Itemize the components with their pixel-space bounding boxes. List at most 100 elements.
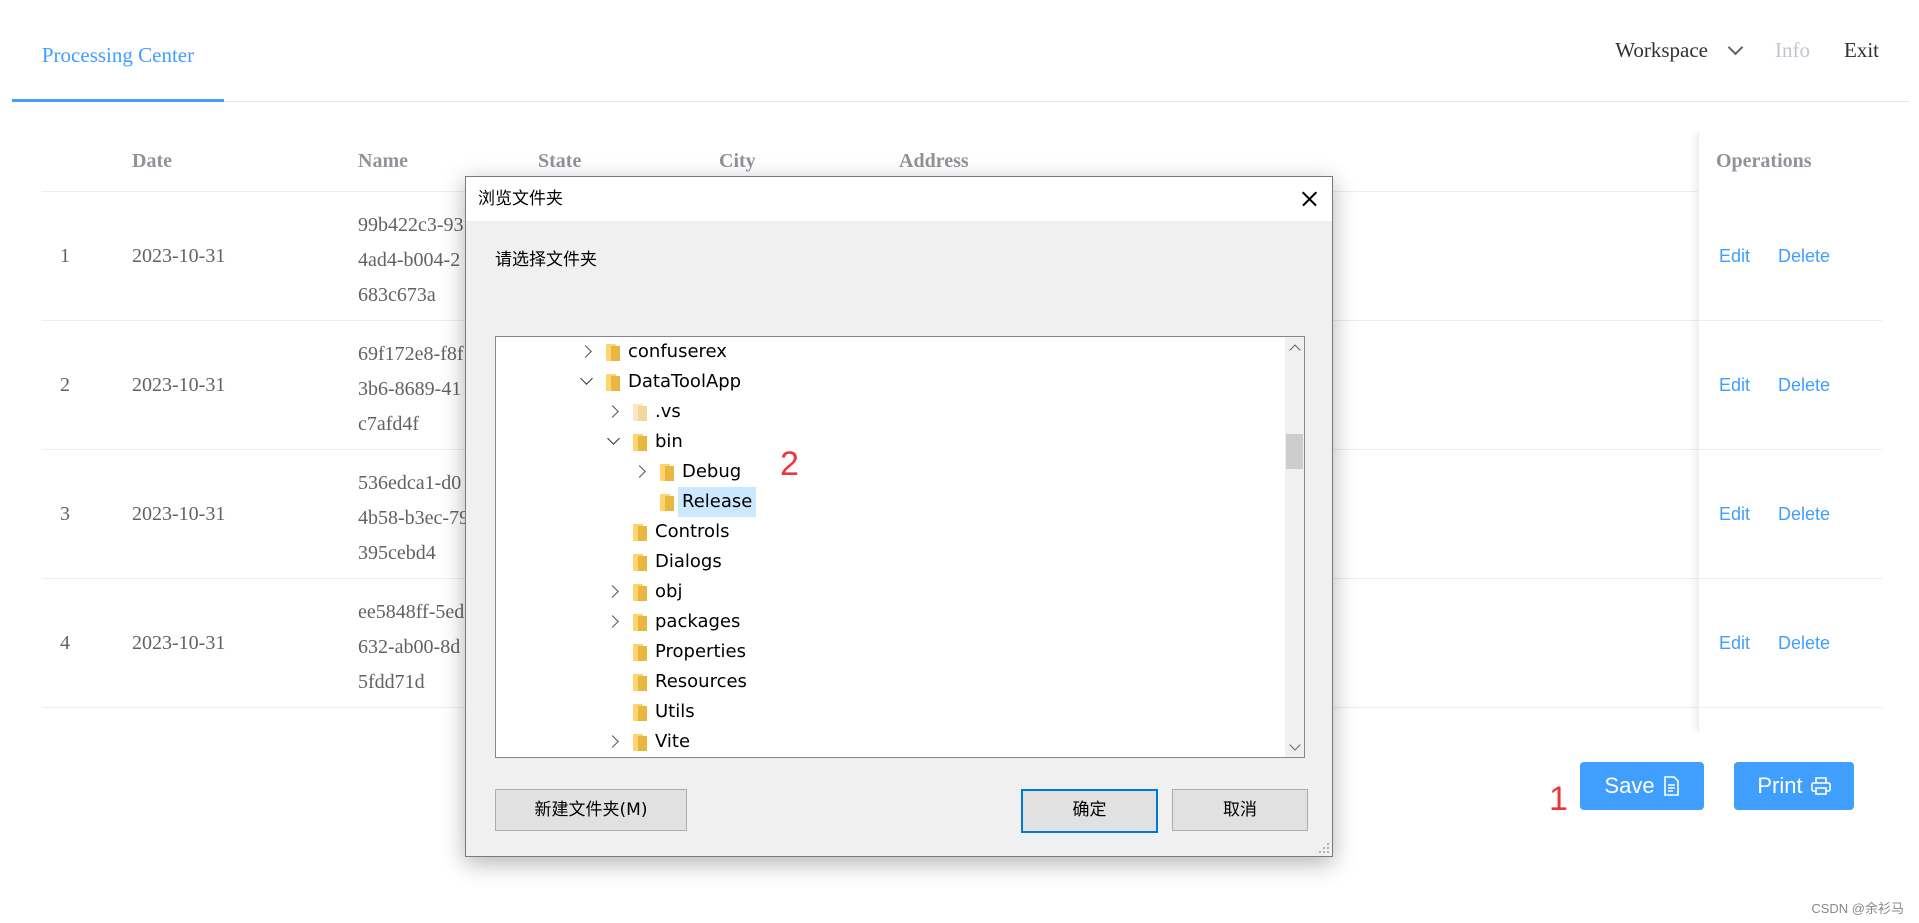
watermark: CSDN @余衫马: [1811, 901, 1904, 916]
operations-column: Operations Edit Delete Edit Delete Edit …: [1698, 132, 1882, 732]
header-operations: Operations: [1716, 150, 1812, 172]
delete-link[interactable]: Delete: [1778, 579, 1830, 707]
folder-icon: [633, 404, 647, 421]
row-index: 4: [60, 632, 70, 654]
operations-cell: Edit Delete: [1699, 321, 1882, 450]
operations-cell: Edit Delete: [1699, 450, 1882, 579]
row-date: 2023-10-31: [132, 632, 226, 654]
tree-item[interactable]: Resources: [496, 667, 1276, 697]
tree-item-label: Vite: [655, 731, 691, 752]
tree-item-label: Controls: [655, 521, 730, 542]
delete-link[interactable]: Delete: [1778, 192, 1830, 320]
folder-icon: [606, 374, 620, 391]
tree-item-label: packages: [655, 611, 741, 632]
folder-icon: [633, 644, 647, 661]
document-icon: [1663, 776, 1679, 796]
header-date: Date: [132, 150, 172, 172]
tree-item-label: Properties: [655, 641, 746, 662]
scroll-down-icon[interactable]: [1285, 738, 1304, 757]
chevron-right-icon[interactable]: [632, 457, 650, 487]
chevron-right-icon[interactable]: [578, 337, 596, 367]
folder-icon: [660, 464, 674, 481]
tree-item[interactable]: Utils: [496, 697, 1276, 727]
tree-item-label: Debug: [682, 461, 742, 482]
folder-icon: [633, 524, 647, 541]
folder-icon: [633, 704, 647, 721]
scroll-thumb[interactable]: [1286, 434, 1303, 469]
delete-link[interactable]: Delete: [1778, 321, 1830, 449]
edit-link[interactable]: Edit: [1719, 192, 1750, 320]
workspace-menu[interactable]: Workspace: [1615, 38, 1744, 63]
row-name: ee5848ff-5ed 632-ab00-8d 5fdd71d: [358, 601, 465, 693]
annotation-marker-1: 1: [1549, 780, 1568, 818]
chevron-down-icon[interactable]: [578, 367, 596, 397]
annotation-marker-2: 2: [780, 445, 799, 483]
workspace-label: Workspace: [1615, 38, 1708, 62]
close-icon[interactable]: [1286, 177, 1332, 221]
row-date: 2023-10-31: [132, 245, 226, 267]
dialog-titlebar[interactable]: 浏览文件夹: [466, 177, 1332, 221]
tree-item-label: Release: [678, 487, 757, 517]
dialog-title: 浏览文件夹: [478, 189, 563, 209]
new-folder-button[interactable]: 新建文件夹(M): [495, 789, 687, 831]
chevron-right-icon[interactable]: [605, 727, 623, 757]
tree-item[interactable]: Release: [496, 487, 1276, 517]
tree-item[interactable]: Properties: [496, 637, 1276, 667]
tree-item[interactable]: packages: [496, 607, 1276, 637]
info-menu-item: Info: [1775, 38, 1810, 62]
save-button-label: Save: [1604, 773, 1655, 798]
tree-item[interactable]: Debug: [496, 457, 1276, 487]
tree-item[interactable]: obj: [496, 577, 1276, 607]
operations-cell: Edit Delete: [1699, 579, 1882, 708]
ok-button[interactable]: 确定: [1021, 789, 1158, 833]
folder-icon: [660, 494, 674, 511]
folder-icon: [606, 344, 620, 361]
tree-item[interactable]: Vite: [496, 727, 1276, 757]
tree-item[interactable]: bin: [496, 427, 1276, 457]
edit-link[interactable]: Edit: [1719, 321, 1750, 449]
folder-icon: [633, 434, 647, 451]
row-index: 2: [60, 374, 70, 396]
nav-right-menu: Workspace Info Exit: [1615, 0, 1909, 101]
operations-cell: Edit Delete: [1699, 192, 1882, 321]
scroll-up-icon[interactable]: [1285, 337, 1304, 356]
browse-folder-dialog: 浏览文件夹 请选择文件夹 confuserex DataToolApp .vs bin…: [465, 176, 1333, 857]
print-button-label: Print: [1757, 773, 1803, 798]
folder-icon: [633, 674, 647, 691]
resize-grip-icon[interactable]: [1318, 842, 1330, 854]
print-button[interactable]: Print: [1734, 762, 1854, 810]
row-date: 2023-10-31: [132, 374, 226, 396]
tree-item-label: bin: [655, 431, 683, 452]
cancel-button[interactable]: 取消: [1172, 789, 1308, 831]
tree-item-label: Utils: [655, 701, 695, 722]
chevron-right-icon[interactable]: [605, 607, 623, 637]
row-name: 99b422c3-93 4ad4-b004-2 683c673a: [358, 214, 464, 306]
chevron-down-icon: [1727, 39, 1744, 56]
chevron-right-icon[interactable]: [605, 397, 623, 427]
row-name: 69f172e8-f8f 3b6-8689-41 c7afd4f: [358, 343, 464, 435]
folder-tree[interactable]: confuserex DataToolApp .vs bin Debug Release C…: [495, 336, 1305, 758]
tab-processing-center[interactable]: Processing Center: [12, 0, 224, 102]
tree-item[interactable]: DataToolApp: [496, 367, 1276, 397]
row-date: 2023-10-31: [132, 503, 226, 525]
tree-item-label: .vs: [655, 401, 681, 422]
row-name: 536edca1-d0 4b58-b3ec-79 395cebd4: [358, 472, 470, 564]
tree-item[interactable]: confuserex: [496, 337, 1276, 367]
tree-item-label: obj: [655, 581, 683, 602]
tree-item-label: confuserex: [628, 341, 727, 362]
vertical-scrollbar[interactable]: [1285, 337, 1304, 757]
edit-link[interactable]: Edit: [1719, 450, 1750, 578]
exit-menu-item[interactable]: Exit: [1844, 38, 1879, 63]
folder-icon: [633, 614, 647, 631]
tree-item[interactable]: .vs: [496, 397, 1276, 427]
tree-item[interactable]: Dialogs: [496, 547, 1276, 577]
edit-link[interactable]: Edit: [1719, 579, 1750, 707]
save-button[interactable]: Save: [1580, 762, 1704, 810]
tree-item[interactable]: Controls: [496, 517, 1276, 547]
chevron-down-icon[interactable]: [605, 427, 623, 457]
delete-link[interactable]: Delete: [1778, 450, 1830, 578]
row-index: 3: [60, 503, 70, 525]
chevron-right-icon[interactable]: [605, 577, 623, 607]
folder-icon: [633, 734, 647, 751]
tree-item-label: Resources: [655, 671, 747, 692]
